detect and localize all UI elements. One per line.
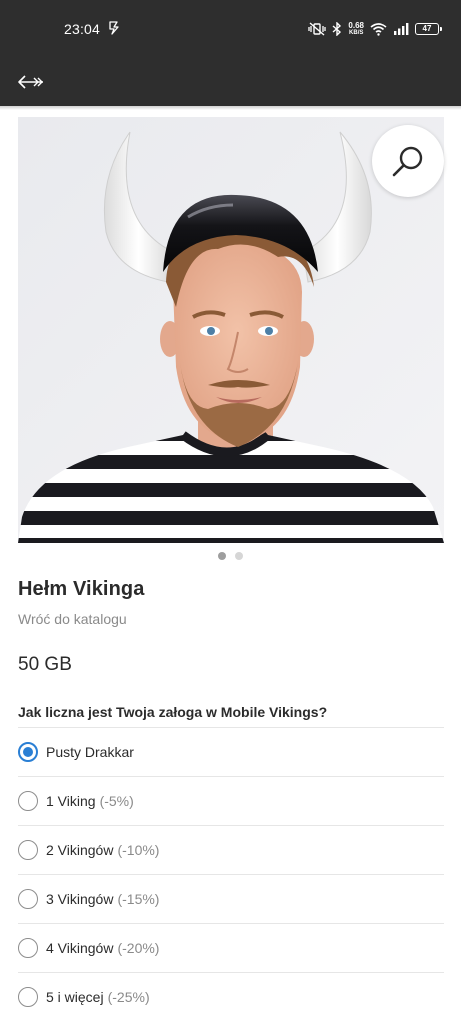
- magnifier-icon: [392, 146, 423, 177]
- status-time: 23:04: [64, 21, 101, 37]
- network-speed: 0.68 KB/S: [348, 20, 364, 37]
- carousel-dot-2[interactable]: [235, 552, 243, 560]
- option-discount: (-15%): [117, 891, 160, 907]
- signal-icon: [394, 23, 409, 35]
- network-speed-value: 0.68: [348, 20, 364, 30]
- option-label: 5 i więcej: [46, 989, 104, 1005]
- crew-question-label: Jak liczna jest Twoja załoga w Mobile Vi…: [18, 704, 328, 720]
- option-label: 1 Viking: [46, 793, 96, 809]
- option-discount: (-10%): [117, 842, 160, 858]
- option-label: Pusty Drakkar: [46, 744, 134, 760]
- network-speed-unit: KB/S: [349, 29, 364, 36]
- crew-options: Pusty Drakkar 1 Viking (-5%) 2 Vikingów …: [18, 727, 444, 1021]
- back-arrow-icon: [18, 75, 43, 89]
- bluetooth-icon: [332, 22, 342, 36]
- app-bar-shadow: [0, 106, 461, 110]
- back-button[interactable]: [14, 66, 48, 98]
- crew-option-3[interactable]: 3 Vikingów (-15%): [18, 874, 444, 923]
- plan-data-amount: 50 GB: [18, 654, 72, 675]
- vibrate-off-icon: [308, 22, 327, 36]
- crew-option-0[interactable]: Pusty Drakkar: [18, 727, 444, 776]
- app-bar: [0, 58, 461, 106]
- option-label: 4 Vikingów: [46, 940, 114, 956]
- wifi-icon: [370, 23, 387, 36]
- status-bar: 23:04 0.68 KB/S 47: [0, 0, 461, 58]
- crew-option-5[interactable]: 5 i więcej (-25%): [18, 972, 444, 1021]
- option-label: 3 Vikingów: [46, 891, 114, 907]
- crew-option-1[interactable]: 1 Viking (-5%): [18, 776, 444, 825]
- carousel-dots: [0, 552, 461, 560]
- radio-button[interactable]: [18, 938, 38, 958]
- product-title: Hełm Vikinga: [18, 578, 145, 600]
- radio-button[interactable]: [18, 791, 38, 811]
- option-discount: (-25%): [107, 989, 150, 1005]
- option-discount: (-5%): [99, 793, 134, 809]
- radio-button-selected[interactable]: [18, 742, 38, 762]
- radio-button[interactable]: [18, 987, 38, 1007]
- notification-icon: [109, 21, 119, 35]
- status-icons: 0.68 KB/S 47: [308, 18, 442, 40]
- radio-button[interactable]: [18, 889, 38, 909]
- crew-option-2[interactable]: 2 Vikingów (-10%): [18, 825, 444, 874]
- carousel-dot-1[interactable]: [218, 552, 226, 560]
- option-discount: (-20%): [117, 940, 160, 956]
- back-to-catalog-link[interactable]: Wróć do katalogu: [18, 611, 127, 627]
- radio-button[interactable]: [18, 840, 38, 860]
- crew-option-4[interactable]: 4 Vikingów (-20%): [18, 923, 444, 972]
- option-label: 2 Vikingów: [46, 842, 114, 858]
- battery-indicator: 47: [415, 23, 442, 35]
- zoom-button[interactable]: [372, 125, 444, 197]
